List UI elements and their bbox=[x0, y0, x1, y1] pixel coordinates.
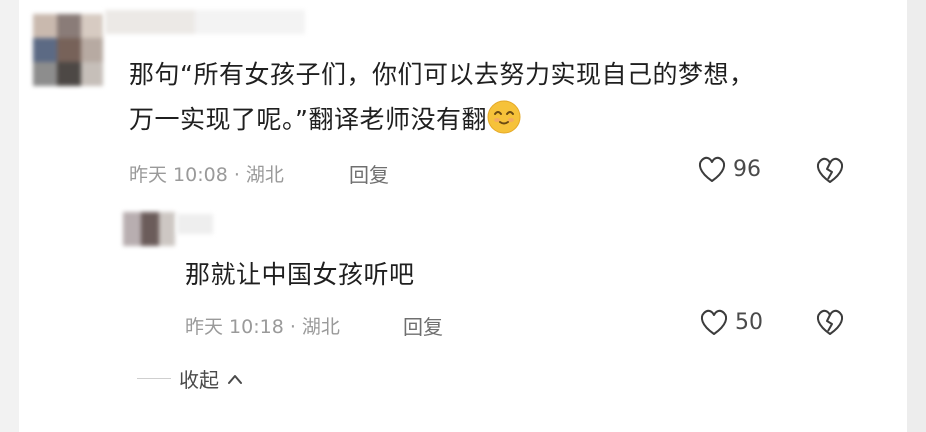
reply-meta: 昨天 10:18 · 湖北 bbox=[185, 316, 340, 338]
comment-text-line-2: 万一实现了呢。”翻译老师没有翻 bbox=[129, 97, 754, 142]
commenter-name-blur bbox=[105, 10, 305, 34]
collapse-replies-button[interactable]: 收起 bbox=[137, 364, 243, 393]
right-edge bbox=[907, 0, 926, 432]
reply-like-count: 50 bbox=[735, 309, 763, 335]
chevron-up-icon bbox=[228, 374, 242, 384]
comment-reply-button[interactable]: 回复 bbox=[349, 159, 389, 188]
comment-text: 那句“所有女孩子们，你们可以去努力实现自己的梦想， 万一实现了呢。”翻译老师没有… bbox=[129, 52, 754, 142]
comment-like-button[interactable]: 96 bbox=[697, 155, 761, 183]
commenter-avatar[interactable] bbox=[33, 14, 103, 86]
smiling-face-emoji-icon bbox=[487, 100, 521, 134]
reply-reply-button[interactable]: 回复 bbox=[403, 311, 443, 340]
collapse-label: 收起 bbox=[179, 368, 219, 392]
comment-thread: 那句“所有女孩子们，你们可以去努力实现自己的梦想， 万一实现了呢。”翻译老师没有… bbox=[19, 0, 907, 432]
heart-icon bbox=[700, 309, 728, 335]
heart-icon bbox=[698, 156, 726, 182]
comment-meta: 昨天 10:08 · 湖北 bbox=[129, 164, 284, 186]
reply-text: 那就让中国女孩听吧 bbox=[185, 260, 415, 289]
comment-text-line-2-content: 万一实现了呢。”翻译老师没有翻 bbox=[129, 105, 487, 134]
comment-text-line-1: 那句“所有女孩子们，你们可以去努力实现自己的梦想， bbox=[129, 60, 755, 89]
collapse-divider bbox=[137, 378, 171, 379]
comment-like-count: 96 bbox=[733, 156, 761, 182]
reply-like-button[interactable]: 50 bbox=[699, 308, 763, 336]
broken-heart-icon[interactable] bbox=[815, 156, 845, 184]
replier-name-blur bbox=[177, 214, 213, 234]
broken-heart-icon[interactable] bbox=[815, 308, 845, 336]
replier-avatar[interactable] bbox=[123, 212, 175, 246]
